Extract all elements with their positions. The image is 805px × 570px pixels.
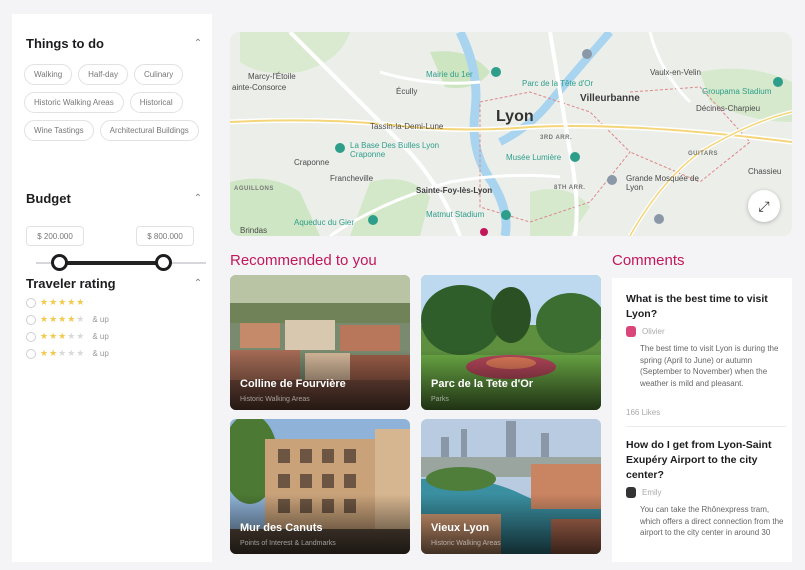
map-label: Villeurbanne bbox=[580, 93, 640, 104]
card-category: Parks bbox=[431, 396, 449, 403]
radio-button[interactable] bbox=[26, 297, 36, 308]
budget-header[interactable]: Budget ⌃ bbox=[26, 191, 204, 206]
map-label: Mairie du 1er bbox=[426, 70, 473, 79]
comment-body: You can take the Rhônexpress tram, which… bbox=[640, 505, 784, 537]
place-card-colline-de-fourviere[interactable]: Colline de Fourvière Historic Walking Ar… bbox=[230, 275, 410, 410]
map-label: ainte-Consorce bbox=[232, 83, 287, 92]
rating-suffix: & up bbox=[92, 349, 109, 358]
rating-option-3[interactable]: ★★★★★ & up bbox=[26, 331, 109, 342]
comment-likes[interactable]: 166 Likes bbox=[626, 408, 660, 417]
radio-button[interactable] bbox=[26, 314, 36, 325]
map-label: Lyon bbox=[496, 108, 534, 125]
filters-sidebar: Things to do ⌃ Walking Half-day Culinary… bbox=[12, 14, 212, 562]
comment-thread: How do I get from Lyon-Saint Exupéry Air… bbox=[626, 438, 784, 539]
chip-architectural-buildings[interactable]: Architectural Buildings bbox=[99, 120, 199, 141]
comments-panel: What is the best time to visit Lyon? Oli… bbox=[612, 278, 792, 562]
recommended-title: Recommended to you bbox=[230, 252, 377, 269]
things-to-do-chips: Walking Half-day Culinary Historic Walki… bbox=[24, 64, 206, 141]
card-title: Colline de Fourvière bbox=[240, 378, 346, 390]
map-label: Tassin-la-Demi-Lune bbox=[370, 122, 444, 131]
rating-option-2[interactable]: ★★★★★ & up bbox=[26, 348, 109, 359]
chip-walking[interactable]: Walking bbox=[24, 64, 73, 85]
map-label: La Base Des Bulles Lyon Craponne bbox=[350, 141, 440, 159]
map-label: 8TH ARR. bbox=[554, 185, 586, 191]
traveler-rating-title: Traveler rating bbox=[26, 276, 116, 291]
map-label: Grande Mosquée de Lyon bbox=[626, 174, 699, 192]
map-label: Sainte-Foy-lès-Lyon bbox=[416, 186, 493, 195]
things-to-do-header[interactable]: Things to do ⌃ bbox=[26, 36, 204, 51]
chip-culinary[interactable]: Culinary bbox=[133, 64, 184, 85]
rating-suffix: & up bbox=[92, 332, 109, 341]
map-label: 3RD ARR. bbox=[540, 135, 573, 141]
map-label: Écully bbox=[396, 87, 418, 96]
place-card-mur-des-canuts[interactable]: Mur des Canuts Points of Interest & Land… bbox=[230, 419, 410, 554]
budget-max-handle[interactable] bbox=[155, 254, 172, 271]
radio-button[interactable] bbox=[26, 331, 36, 342]
chevron-up-icon[interactable]: ⌃ bbox=[192, 193, 204, 204]
card-title: Mur des Canuts bbox=[240, 522, 323, 534]
map-label: Chassieu bbox=[748, 167, 782, 176]
map-label: GUITARS bbox=[688, 151, 719, 157]
card-title: Parc de la Tete d'Or bbox=[431, 378, 534, 390]
map-label: Marcy-l'Étoile bbox=[248, 72, 296, 81]
comments-title: Comments bbox=[612, 252, 685, 269]
map-label: Vaulx-en-Velin bbox=[650, 68, 701, 77]
radio-button[interactable] bbox=[26, 348, 36, 359]
chevron-up-icon[interactable]: ⌃ bbox=[192, 278, 204, 289]
lyon-map[interactable]: Marcy-l'Étoile ainte-Consorce Écully Mai… bbox=[230, 32, 792, 236]
star-rating-icon: ★★★★★ bbox=[40, 348, 86, 358]
place-card-vieux-lyon[interactable]: Vieux Lyon Historic Walking Areas bbox=[421, 419, 601, 554]
map-label: Craponne bbox=[294, 158, 330, 167]
card-category: Historic Walking Areas bbox=[431, 540, 501, 547]
map-label: Groupama Stadium bbox=[702, 87, 772, 96]
budget-min-field[interactable]: $ 200.000 bbox=[26, 226, 84, 246]
budget-max-field[interactable]: $ 800.000 bbox=[136, 226, 194, 246]
star-rating-icon: ★★★★★ bbox=[40, 331, 86, 341]
card-category: Historic Walking Areas bbox=[240, 396, 310, 403]
star-rating-icon: ★★★★★ bbox=[40, 297, 86, 307]
expand-icon: ⤢ bbox=[758, 197, 770, 214]
comment-author-name: Olivier bbox=[642, 327, 665, 336]
traveler-rating-header[interactable]: Traveler rating ⌃ bbox=[26, 276, 204, 291]
avatar bbox=[626, 487, 636, 498]
things-to-do-title: Things to do bbox=[26, 36, 104, 51]
rating-option-5[interactable]: ★★★★★ bbox=[26, 297, 85, 308]
comment-question[interactable]: How do I get from Lyon-Saint Exupéry Air… bbox=[626, 438, 784, 483]
rating-suffix: & up bbox=[92, 315, 109, 324]
map-label: Brindas bbox=[240, 226, 268, 235]
star-rating-icon: ★★★★★ bbox=[40, 314, 86, 324]
place-card-parc-de-la-tete-dor[interactable]: Parc de la Tete d'Or Parks bbox=[421, 275, 601, 410]
map-label: Matmut Stadium bbox=[426, 210, 485, 219]
map-label: Francheville bbox=[330, 174, 374, 183]
budget-title: Budget bbox=[26, 191, 71, 206]
comment-author-name: Emily bbox=[642, 488, 662, 497]
avatar bbox=[626, 326, 636, 337]
expand-map-button[interactable]: ⤢ bbox=[748, 190, 780, 222]
comment-question[interactable]: What is the best time to visit Lyon? bbox=[626, 292, 784, 322]
card-category: Points of Interest & Landmarks bbox=[240, 540, 336, 547]
chip-wine-tastings[interactable]: Wine Tastings bbox=[24, 120, 94, 141]
map-label: Aqueduc du Gier bbox=[294, 218, 355, 227]
comment-thread: What is the best time to visit Lyon? Oli… bbox=[626, 292, 784, 389]
chevron-up-icon[interactable]: ⌃ bbox=[192, 38, 204, 49]
comment-body: The best time to visit Lyon is during th… bbox=[640, 344, 779, 388]
budget-slider-range bbox=[58, 261, 166, 265]
comment-author: Olivier bbox=[626, 326, 784, 337]
budget-min-handle[interactable] bbox=[51, 254, 68, 271]
comment-author: Emily bbox=[626, 487, 784, 498]
chip-half-day[interactable]: Half-day bbox=[78, 64, 128, 85]
chip-historical[interactable]: Historical bbox=[129, 92, 183, 113]
map-label: Décines-Charpieu bbox=[696, 104, 761, 113]
card-title: Vieux Lyon bbox=[431, 522, 490, 534]
chip-historic-walking-areas[interactable]: Historic Walking Areas bbox=[24, 92, 124, 113]
map-canvas bbox=[230, 32, 792, 236]
map-label: Musée Lumière bbox=[506, 153, 562, 162]
map-label: AGUILLONS bbox=[234, 186, 274, 192]
rating-option-4[interactable]: ★★★★★ & up bbox=[26, 314, 109, 325]
map-label: Parc de la Tête d'Or bbox=[522, 79, 594, 88]
